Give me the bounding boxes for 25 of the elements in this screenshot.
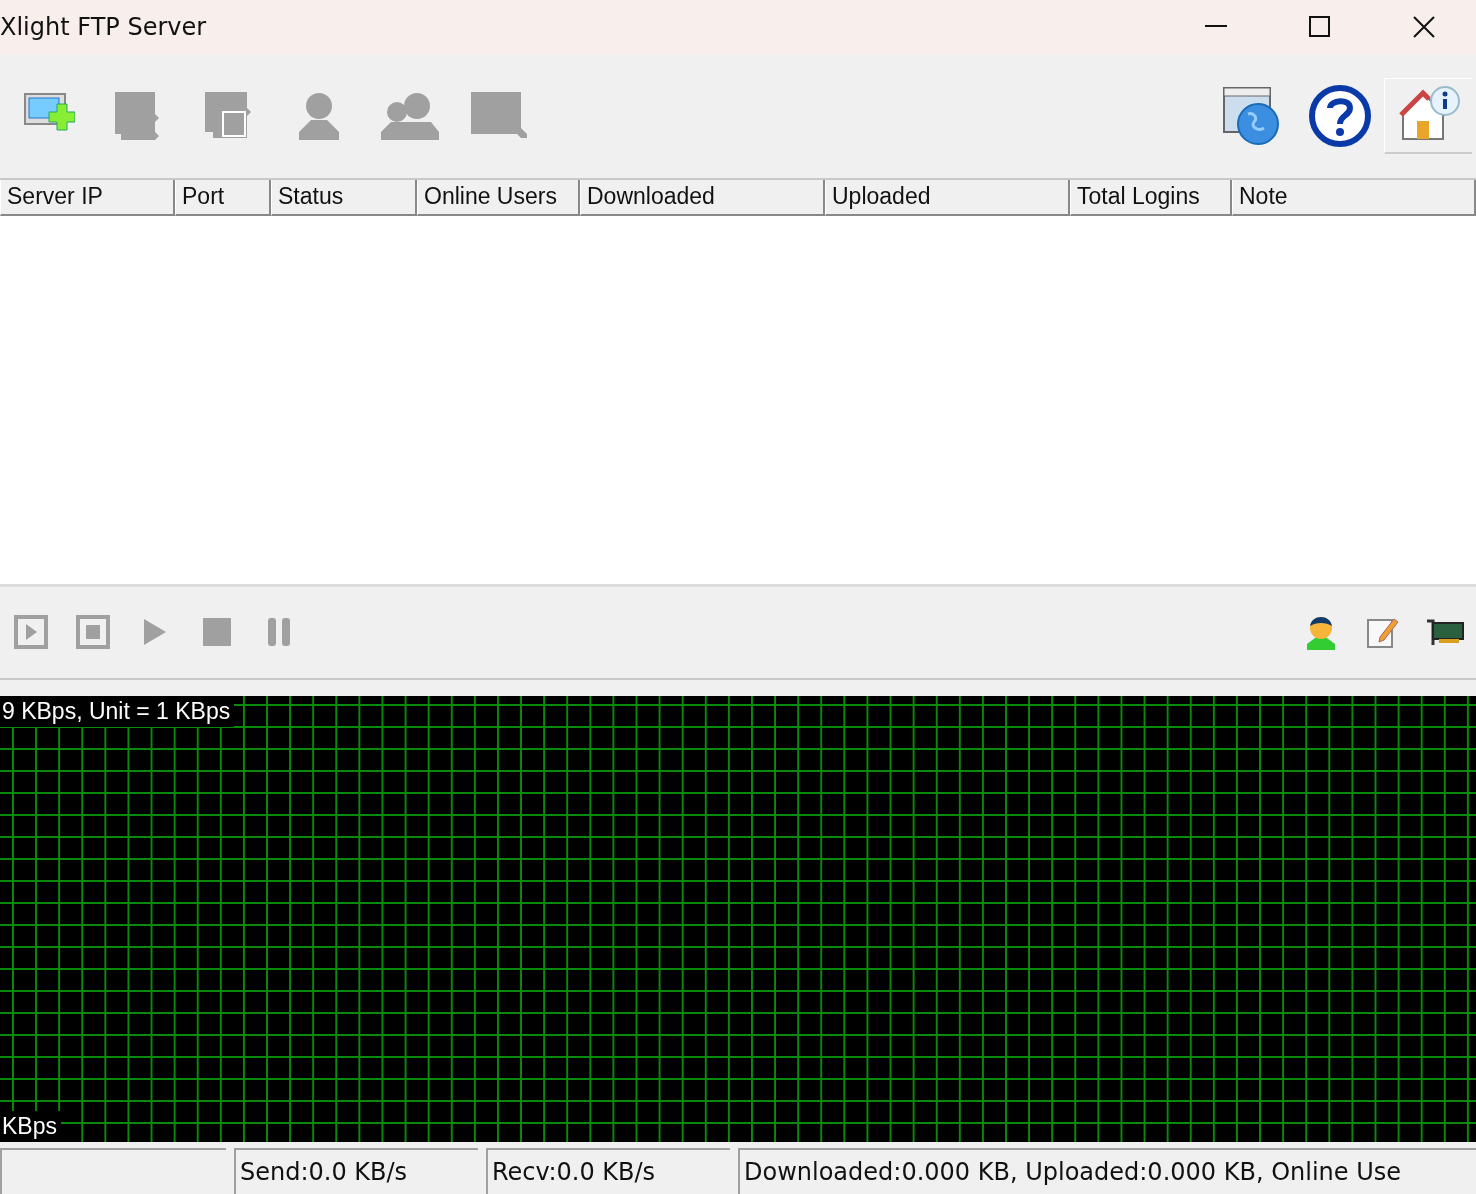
graph-axis-label: KBps bbox=[0, 1111, 61, 1143]
stop-frame-icon bbox=[76, 615, 110, 650]
close-icon bbox=[1412, 14, 1436, 39]
graph-scale-label: 9 KBps, Unit = 1 KBps bbox=[0, 696, 235, 728]
toolbar-button[interactable] bbox=[1384, 77, 1472, 154]
stop-icon bbox=[203, 618, 231, 647]
play-icon bbox=[142, 617, 168, 648]
status-panel: Send:0.0 KB/s bbox=[234, 1148, 478, 1194]
status-panel: Recv:0.0 KB/s bbox=[486, 1148, 730, 1194]
pause-icon bbox=[267, 617, 291, 648]
column-header[interactable]: Note bbox=[1232, 179, 1476, 216]
maximize-icon bbox=[1309, 15, 1331, 38]
column-header[interactable]: Port bbox=[175, 179, 271, 216]
network-card-icon bbox=[1425, 617, 1465, 648]
window-title: Xlight FTP Server bbox=[0, 12, 208, 41]
help-icon bbox=[1308, 83, 1372, 148]
person-icon bbox=[1305, 614, 1337, 651]
status-panel: Downloaded:0.000 KB, Uploaded:0.000 KB, Online Use bbox=[738, 1148, 1476, 1194]
column-header[interactable]: Status bbox=[271, 179, 417, 216]
play-frame-icon bbox=[14, 615, 48, 650]
column-header[interactable]: Uploaded bbox=[825, 179, 1070, 216]
column-header[interactable]: Server IP bbox=[0, 179, 175, 216]
column-header[interactable]: Total Logins bbox=[1070, 179, 1232, 216]
column-header[interactable]: Downloaded bbox=[580, 179, 825, 216]
column-header[interactable]: Online Users bbox=[417, 179, 580, 216]
